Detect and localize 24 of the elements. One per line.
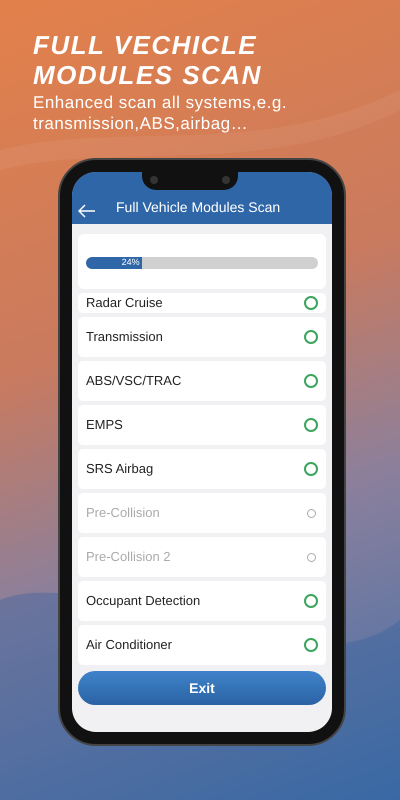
- module-row[interactable]: Air Conditioner: [78, 625, 326, 665]
- exit-button[interactable]: Exit: [78, 671, 326, 705]
- module-row[interactable]: ABS/VSC/TRAC: [78, 361, 326, 401]
- module-name: Air Conditioner: [86, 636, 172, 654]
- headline-subtitle: Enhanced scan all systems,e.g. transmission,ABS,airbag…: [33, 92, 288, 134]
- module-row[interactable]: SRS Airbag: [78, 449, 326, 489]
- module-name: Radar Cruise: [86, 294, 163, 312]
- module-name: EMPS: [86, 416, 123, 434]
- module-name: Occupant Detection: [86, 592, 200, 610]
- camera-icon: [150, 176, 158, 184]
- module-name: ABS/VSC/TRAC: [86, 372, 182, 390]
- screen-title: Full Vehicle Modules Scan: [116, 198, 280, 217]
- module-name: Transmission: [86, 328, 163, 346]
- module-row[interactable]: Radar Cruise: [78, 293, 326, 313]
- back-arrow-icon[interactable]: [78, 204, 96, 218]
- module-name: Pre-Collision: [86, 504, 160, 522]
- module-name: Pre-Collision 2: [86, 548, 171, 566]
- module-row[interactable]: EMPS: [78, 405, 326, 445]
- module-row[interactable]: Occupant Detection: [78, 581, 326, 621]
- progress-percent: 24%: [122, 258, 140, 267]
- headline-title: FULL VECHICLE MODULES SCAN: [33, 30, 263, 90]
- module-row[interactable]: Transmission: [78, 317, 326, 357]
- camera-icon: [222, 176, 230, 184]
- module-name: SRS Airbag: [86, 460, 154, 478]
